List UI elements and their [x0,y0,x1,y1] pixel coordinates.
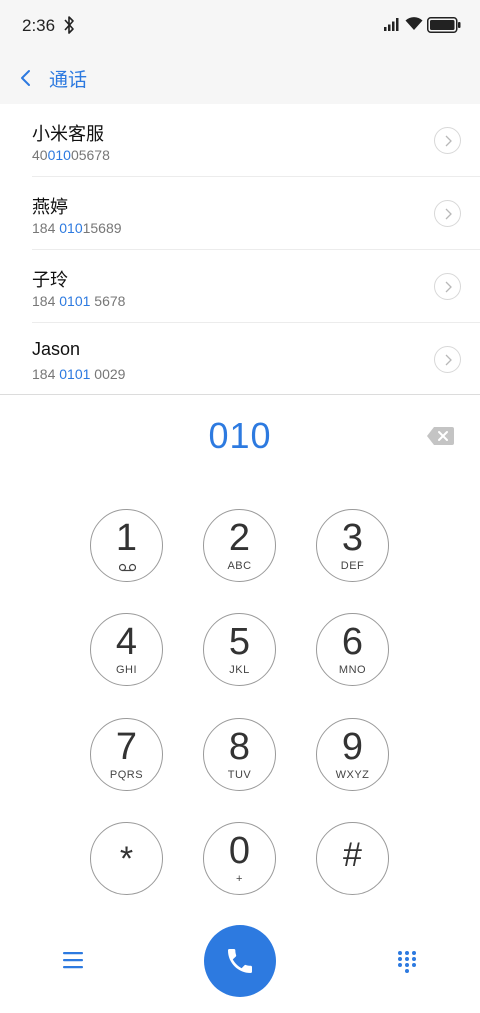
key-letters: ABC [227,560,252,572]
key-letters: PQRS [109,769,144,781]
contact-number: 4001005678 [32,147,110,163]
key-0[interactable]: 0 + [203,822,276,895]
contact-name: 燕婷 [32,197,68,217]
contact-number: 184 0101 0029 [32,366,126,382]
bluetooth-icon [64,16,74,34]
chevron-right-icon [445,208,452,220]
contact-name: Jason [32,339,81,359]
contact-list: 小米客服 4001005678 燕婷 184 01015689 子玲 184 0… [0,104,480,396]
page-title: 通话 [49,70,88,91]
key-digit: 2 [228,517,251,559]
wifi-icon [405,17,423,30]
key-digit: 0 [228,830,251,872]
contact-item[interactable]: 燕婷 184 01015689 [32,177,480,250]
key-8[interactable]: 8 TUV [203,718,276,791]
contact-item[interactable]: Jason 184 0101 0029 [32,323,480,396]
voicemail-icon [119,563,136,572]
contact-detail-button[interactable] [434,127,461,154]
key-5[interactable]: 5 JKL [203,613,276,686]
key-9[interactable]: 9 WXYZ [316,718,389,791]
call-button[interactable] [204,925,276,997]
contact-detail-button[interactable] [434,273,461,300]
key-digit: * [119,840,134,878]
contact-item[interactable]: 子玲 184 0101 5678 [32,250,480,323]
key-letters: MNO [338,664,367,676]
contact-name: 子玲 [32,270,68,290]
key-digit: 5 [228,621,251,663]
key-letters: DEF [340,560,365,572]
dialpad-icon[interactable] [397,950,417,974]
menu-icon[interactable] [63,951,83,969]
contact-name: 小米客服 [32,124,104,144]
contact-number: 184 0101 5678 [32,293,126,309]
key-digit: 9 [341,726,364,768]
contact-item[interactable]: 小米客服 4001005678 [32,104,480,177]
battery-icon [427,17,461,33]
key-6[interactable]: 6 MNO [316,613,389,686]
key-letters: GHI [115,664,138,676]
key-digit: 7 [115,726,138,768]
key-hash[interactable]: # [316,822,389,895]
key-7[interactable]: 7 PQRS [90,718,163,791]
status-time: 2:36 [22,16,56,35]
chevron-right-icon [445,135,452,147]
backspace-icon[interactable] [427,427,454,445]
key-digit: 6 [341,621,364,663]
contact-number: 184 01015689 [32,220,122,236]
signal-icon [384,18,399,31]
key-digit: 4 [115,621,138,663]
phone-icon [228,949,252,973]
key-digit: # [343,836,362,874]
contact-detail-button[interactable] [434,346,461,373]
status-bar: 2:36 [0,0,480,52]
key-letters: WXYZ [335,769,370,781]
chevron-right-icon [445,354,452,366]
key-4[interactable]: 4 GHI [90,613,163,686]
key-letters: + [236,873,243,885]
key-digit: 1 [115,517,138,559]
key-letters: TUV [227,769,252,781]
key-star[interactable]: * [90,822,163,895]
key-digit: 8 [228,726,251,768]
key-1[interactable]: 1 [90,509,163,582]
dialed-number: 010 [208,415,272,456]
key-digit: 3 [341,517,364,559]
contact-detail-button[interactable] [434,200,461,227]
key-3[interactable]: 3 DEF [316,509,389,582]
divider [0,394,480,395]
key-2[interactable]: 2 ABC [203,509,276,582]
header: 通话 [0,52,480,104]
chevron-left-icon[interactable] [16,66,36,90]
key-letters: JKL [229,664,250,676]
chevron-right-icon [445,281,452,293]
